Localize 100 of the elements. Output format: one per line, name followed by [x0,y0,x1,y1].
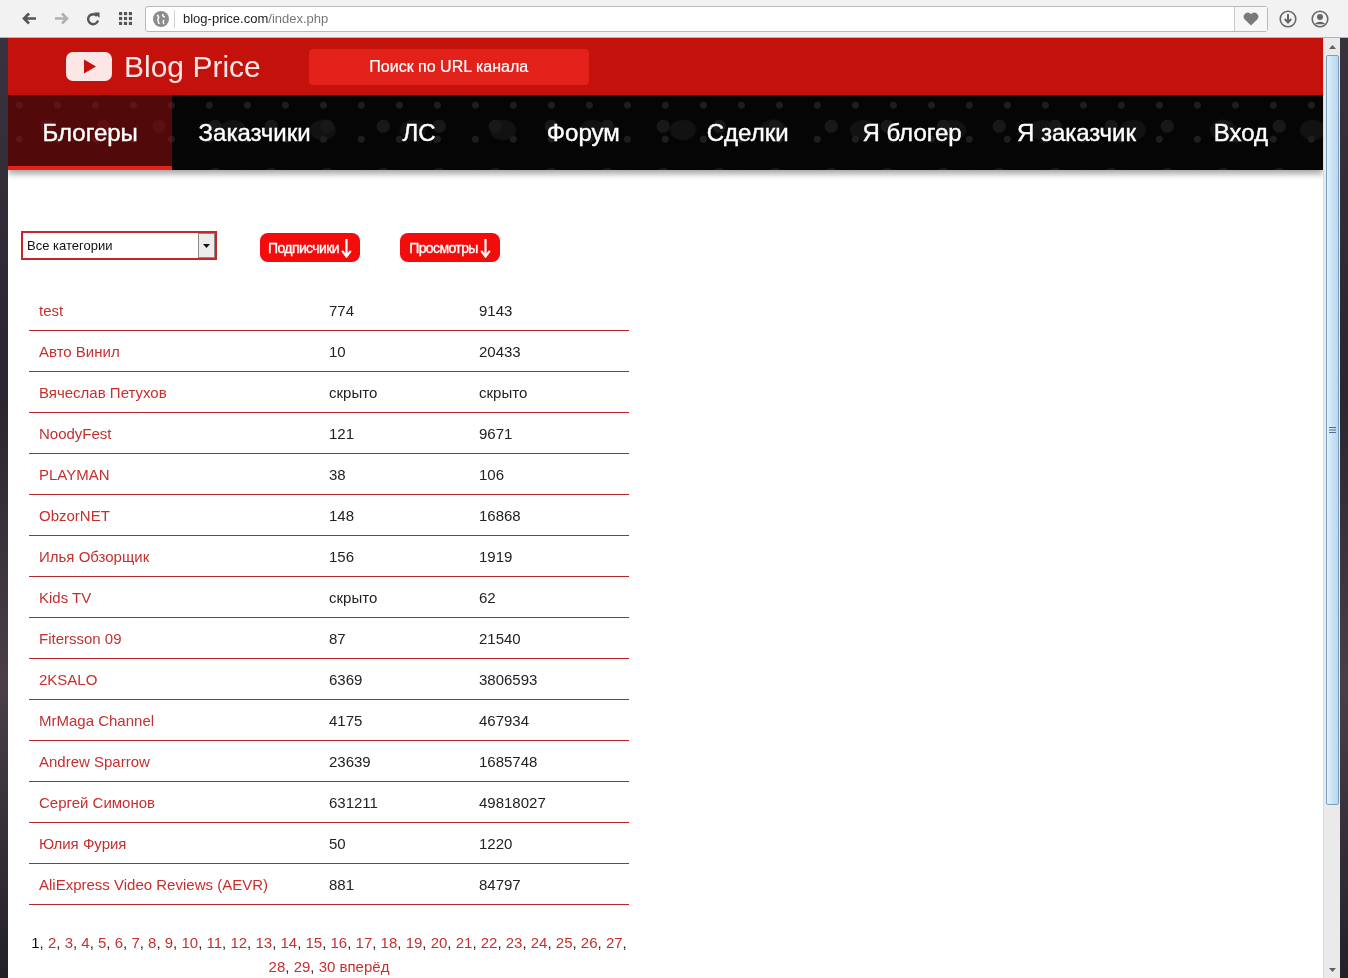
blogger-link[interactable]: ObzorNET [39,506,110,524]
nav-tab[interactable]: Блогеры [8,95,173,170]
blogger-link[interactable]: Авто Винил [39,342,120,360]
table-cell: 10 [329,342,346,360]
nav-tab[interactable]: Я блогер [829,95,995,170]
page-separator: , [372,934,377,951]
table-cell: 156 [329,547,355,565]
page-separator: , [106,934,111,951]
table-cell: 20433 [479,342,521,360]
scrollbar-thumb[interactable] [1325,55,1339,805]
address-bar[interactable]: blog-price.com/index.php [145,5,1268,32]
page-separator: , [198,934,203,951]
blogger-link[interactable]: AliExpress Video Reviews (AEVR) [39,875,268,893]
sort-button[interactable]: Просмотры [400,233,500,262]
reload-icon[interactable] [86,11,100,26]
table-cell: 84797 [479,875,521,893]
page-link[interactable]: 4 [81,934,90,951]
page-link[interactable]: 3 [64,934,73,951]
page-link[interactable]: 10 [181,934,199,951]
page-separator: , [447,934,452,951]
blogger-link[interactable]: 2KSALO [39,670,98,688]
play-button-icon[interactable] [66,52,112,81]
table-cell: 49818027 [479,793,546,811]
page-separator: , [139,934,144,951]
down-arrow-icon [479,237,491,258]
nav-tab[interactable]: Вход [1158,95,1323,170]
nav-tab[interactable]: ЛС [336,95,502,170]
caret-up-icon[interactable] [1328,44,1336,49]
table-cell: 16868 [479,506,521,524]
page-separator: , [522,934,527,951]
page-separator: , [285,958,290,975]
page-separator: , [572,934,577,951]
table-cell: 6369 [329,670,363,688]
category-select[interactable]: Все категории [21,231,217,260]
table-cell: 87 [329,629,346,647]
table-cell: 21540 [479,629,521,647]
table-cell: 50 [329,834,346,852]
page-link[interactable]: 9 [164,934,174,951]
table-cell: 1220 [479,834,513,852]
table-cell: скрыто [479,383,528,401]
blogger-link[interactable]: Fitersson 09 [39,629,122,647]
url-text[interactable]: blog-price.com/index.php [183,11,329,26]
nav-tab[interactable]: Я заказчик [994,95,1159,170]
blogger-link[interactable]: Вячеслав Петухов [39,383,167,401]
download-icon[interactable] [1279,9,1297,28]
blogger-link[interactable]: NoodyFest [39,424,112,442]
blogger-link[interactable]: Kids TV [39,588,92,606]
blogger-link[interactable]: PLAYMAN [39,465,110,483]
page-separator: , [247,934,252,951]
nav-tab[interactable]: Заказчики [172,95,337,170]
nav-tab[interactable]: Форум [501,95,666,170]
page-link[interactable]: 1 [31,934,40,951]
blogger-link[interactable]: Сергей Симонов [39,793,155,811]
page-separator: , [622,934,627,951]
page-separator: , [310,958,315,975]
page-separator: , [39,934,44,951]
heart-icon[interactable] [1243,11,1259,26]
page-separator: , [497,934,502,951]
page-link[interactable]: 21 [455,934,473,951]
page-link[interactable]: 24 [530,934,548,951]
table-cell: 467934 [479,711,530,729]
table-cell: 631211 [329,793,378,811]
table-cell: 38 [329,465,346,483]
page-link[interactable]: 8 [148,934,157,951]
nav-tab[interactable]: Сделки [665,95,830,170]
sort-button[interactable]: Подписчики [260,233,360,262]
page-separator: , [472,934,477,951]
page-link[interactable]: 7 [131,934,140,951]
page-separator: , [173,934,178,951]
page-link[interactable]: 25 [555,934,573,951]
page-separator: , [547,934,552,951]
page-link[interactable]: 23 [505,934,523,951]
profile-icon[interactable] [1311,9,1329,28]
page-separator: , [73,934,78,951]
page-link[interactable]: 17 [355,934,373,951]
table-cell: 148 [329,506,355,524]
blogger-link[interactable]: MrMaga Channel [39,711,155,729]
table-cell: 1685748 [479,752,538,770]
page-separator: , [422,934,427,951]
caret-down-icon[interactable] [1328,967,1336,972]
search-by-url-button[interactable]: Поиск по URL канала [308,48,589,85]
table-cell: 881 [329,875,355,893]
apps-grid-icon[interactable] [118,12,132,25]
logo-text[interactable]: Blog Price [124,49,261,84]
table-cell: 62 [479,588,496,606]
page-link[interactable]: 27 [605,934,623,951]
blogger-link[interactable]: Юлия Фурия [39,834,127,852]
next-page-link[interactable]: вперёд [339,958,390,975]
blogger-link[interactable]: test [39,301,64,319]
back-arrow-icon[interactable] [21,12,37,25]
table-cell: скрыто [329,588,378,606]
table-cell: 4175 [329,711,363,729]
page-separator: , [156,934,161,951]
page-link[interactable]: 30 [318,958,336,975]
blogger-link[interactable]: Andrew Sparrow [39,752,150,770]
page-link[interactable]: 22 [480,934,498,951]
table-cell: скрыто [329,383,378,401]
page-separator: , [347,934,352,951]
page-link[interactable]: 26 [580,934,598,951]
blogger-link[interactable]: Илья Обзорщик [39,547,150,565]
